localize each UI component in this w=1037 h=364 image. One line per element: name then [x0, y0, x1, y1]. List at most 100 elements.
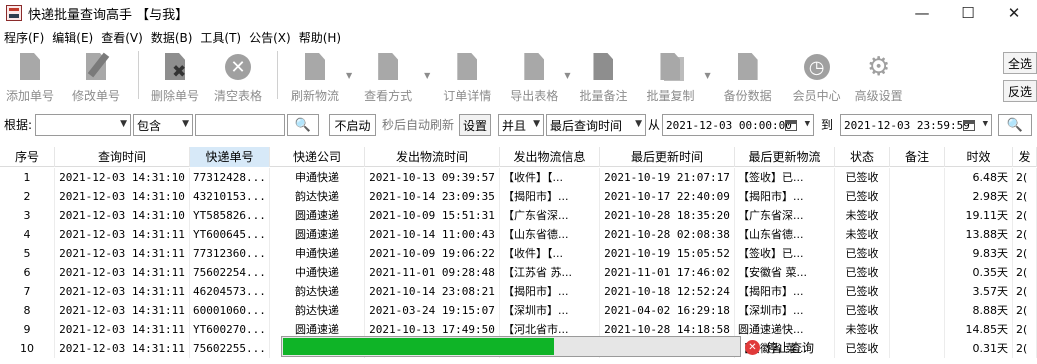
menu-view[interactable]: 查看(V): [97, 29, 147, 46]
cell-status: 已签收: [835, 301, 890, 320]
close-button[interactable]: ✕: [991, 0, 1037, 26]
cell-status: 已签收: [835, 168, 890, 187]
column-header-query-time[interactable]: 查询时间: [55, 147, 190, 167]
view-mode-button[interactable]: 查看方式: [352, 49, 424, 104]
column-header-last-update-time[interactable]: 最后更新时间: [600, 147, 735, 167]
logic-select[interactable]: 并且 ▼: [498, 114, 544, 136]
column-header-dispatch-info[interactable]: 发出物流信息: [500, 147, 600, 167]
batch-note-button[interactable]: 批量备注: [570, 49, 636, 104]
menu-help[interactable]: 帮助(H): [295, 29, 345, 46]
batch-note-label: 批量备注: [579, 89, 628, 103]
menu-edit[interactable]: 编辑(E): [48, 29, 97, 46]
settings-button[interactable]: 设置: [459, 114, 491, 136]
delete-document-icon: ✖: [160, 52, 190, 82]
backup-icon: [733, 52, 763, 82]
table-row[interactable]: 7 2021-12-03 14:31:11 46204573... 韵达快递 2021-…: [0, 282, 1037, 301]
menu-tools[interactable]: 工具(T): [196, 29, 245, 46]
cell-duration: 0.31天: [945, 339, 1013, 358]
menu-data[interactable]: 数据(B): [147, 29, 197, 46]
add-tracking-button[interactable]: 添加单号: [0, 49, 60, 104]
cell-status: 已签收: [835, 244, 890, 263]
cell-index: 4: [0, 225, 55, 244]
column-header-note[interactable]: 备注: [890, 147, 945, 167]
refresh-logistics-label: 刷新物流: [290, 89, 339, 103]
batch-copy-button[interactable]: 批量复制: [636, 49, 704, 104]
cell-partial: 2(: [1013, 206, 1037, 225]
cell-dispatch-time: 2021-10-14 23:09:35: [365, 187, 500, 206]
select-all-button[interactable]: 全选: [1003, 52, 1037, 74]
table-row[interactable]: 1 2021-12-03 14:31:10 77312428... 申通快递 2021-…: [0, 168, 1037, 187]
minimize-button[interactable]: —: [899, 0, 945, 26]
cell-last-update-time: 2021-11-01 17:46:02: [600, 263, 735, 282]
table-row[interactable]: 3 2021-12-03 14:31:10 YT585826... 圆通速递 2021-…: [0, 206, 1037, 225]
maximize-button[interactable]: ☐: [945, 0, 991, 26]
cell-tracking-number: YT600645...: [190, 225, 270, 244]
cell-partial: 2(: [1013, 244, 1037, 263]
basis-select[interactable]: ▼: [35, 114, 131, 136]
cell-note: [890, 263, 945, 282]
cell-courier: 申通快递: [270, 168, 365, 187]
export-table-button[interactable]: 导出表格: [504, 49, 564, 104]
cell-dispatch-info: 【收件】【...: [500, 168, 600, 187]
column-header-partial[interactable]: 发: [1013, 147, 1037, 167]
from-datetime-value: 2021-12-03 00:00:00: [666, 118, 792, 132]
clear-table-button[interactable]: ✕ 清空表格: [205, 49, 271, 104]
menu-notice[interactable]: 公告(X): [245, 29, 295, 46]
match-select[interactable]: 包含 ▼: [133, 114, 193, 136]
add-tracking-label: 添加单号: [5, 89, 54, 103]
title-bar: 快递批量查询高手 【与我】 — ☐ ✕: [0, 0, 1037, 26]
column-header-tracking-number[interactable]: 快递单号: [190, 147, 270, 167]
keyword-input[interactable]: [195, 114, 285, 136]
table-row[interactable]: 4 2021-12-03 14:31:11 YT600645... 圆通速递 2021-…: [0, 225, 1037, 244]
cell-courier: 申通快递: [270, 244, 365, 263]
cell-note: [890, 206, 945, 225]
calendar-icon: [785, 120, 797, 131]
cell-dispatch-info: 【揭阳市】...: [500, 187, 600, 206]
cell-dispatch-info: 【揭阳市】...: [500, 282, 600, 301]
advanced-settings-label: 高级设置: [854, 89, 903, 103]
search-button[interactable]: 🔍: [287, 114, 319, 136]
cell-tracking-number: 60001060...: [190, 301, 270, 320]
refresh-logistics-button[interactable]: 刷新物流: [284, 49, 346, 104]
menu-program[interactable]: 程序(F): [0, 29, 48, 46]
cell-tracking-number: 46204573...: [190, 282, 270, 301]
cell-query-time: 2021-12-03 14:31:11: [55, 263, 190, 282]
member-center-button[interactable]: ◷ 会员中心: [785, 49, 849, 104]
cell-index: 6: [0, 263, 55, 282]
cell-courier: 圆通速递: [270, 206, 365, 225]
invert-selection-button[interactable]: 反选: [1003, 80, 1037, 102]
column-header-index[interactable]: 序号: [0, 147, 55, 167]
to-datetime-picker[interactable]: 2021-12-03 23:59:59 ▼: [840, 114, 992, 136]
cell-query-time: 2021-12-03 14:31:11: [55, 301, 190, 320]
cell-last-update-time: 2021-10-19 21:07:17: [600, 168, 735, 187]
column-header-courier[interactable]: 快递公司: [270, 147, 365, 167]
cell-tracking-number: 43210153...: [190, 187, 270, 206]
auto-refresh-toggle[interactable]: 不启动: [329, 114, 376, 136]
order-detail-button[interactable]: 订单详情: [430, 49, 504, 104]
cell-last-update-info: 【安徽省 菜...: [735, 263, 835, 282]
clear-icon: ✕: [223, 52, 253, 82]
cell-index: 8: [0, 301, 55, 320]
delete-tracking-button[interactable]: ✖ 删除单号: [145, 49, 205, 104]
from-datetime-picker[interactable]: 2021-12-03 00:00:00 ▼: [662, 114, 814, 136]
filter-bar: 根据: ▼ 包含 ▼ 🔍 不启动 秒后自动刷新 设置 并且 ▼ 最后查询时间 ▼ 从 …: [0, 114, 1037, 138]
apply-filter-button[interactable]: 🔍: [998, 114, 1032, 136]
advanced-settings-button[interactable]: ⚙ 高级设置: [849, 49, 909, 104]
table-row[interactable]: 8 2021-12-03 14:31:11 60001060... 韵达快递 2021-…: [0, 301, 1037, 320]
edit-tracking-button[interactable]: 修改单号: [60, 49, 132, 104]
column-header-status[interactable]: 状态: [835, 147, 890, 167]
column-header-last-update-info[interactable]: 最后更新物流: [735, 147, 835, 167]
table-row[interactable]: 6 2021-12-03 14:31:11 75602254... 中通快递 2021-…: [0, 263, 1037, 282]
backup-data-button[interactable]: 备份数据: [711, 49, 785, 104]
cell-query-time: 2021-12-03 14:31:11: [55, 320, 190, 339]
column-header-duration[interactable]: 时效: [945, 147, 1013, 167]
stop-query-button[interactable]: ✕ 停止查询: [745, 337, 814, 357]
time-field-select[interactable]: 最后查询时间 ▼: [546, 114, 646, 136]
cell-tracking-number: 77312360...: [190, 244, 270, 263]
search-icon: 🔍: [1006, 117, 1024, 133]
table-row[interactable]: 2 2021-12-03 14:31:10 43210153... 韵达快递 2021-…: [0, 187, 1037, 206]
cell-last-update-time: 2021-04-02 16:29:18: [600, 301, 735, 320]
cell-dispatch-info: 【山东省德...: [500, 225, 600, 244]
column-header-dispatch-time[interactable]: 发出物流时间: [365, 147, 500, 167]
table-row[interactable]: 5 2021-12-03 14:31:11 77312360... 申通快递 2021-…: [0, 244, 1037, 263]
